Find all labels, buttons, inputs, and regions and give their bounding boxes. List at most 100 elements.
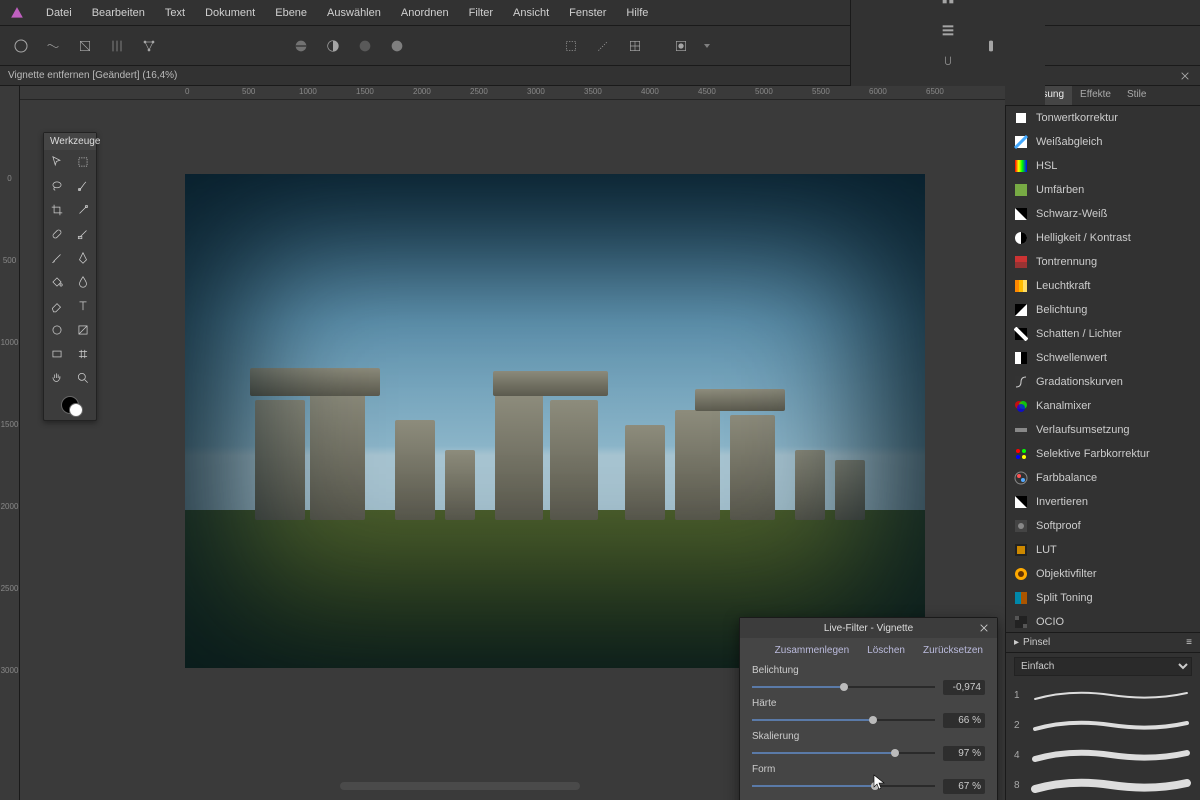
snap-icon[interactable] [937, 51, 959, 73]
tab-effekte[interactable]: Effekte [1072, 86, 1119, 105]
menu-text[interactable]: Text [155, 1, 195, 25]
eyedropper-tool[interactable] [70, 198, 96, 222]
adjustment-vibrance[interactable]: Leuchtkraft [1006, 274, 1200, 298]
scale-slider[interactable] [752, 746, 935, 760]
info-icon[interactable] [980, 35, 1002, 57]
heal-tool[interactable] [44, 222, 70, 246]
gradient-tool[interactable] [70, 318, 96, 342]
adjustment-curves[interactable]: Gradationskurven [1006, 370, 1200, 394]
merge-button[interactable]: Zusammenlegen [769, 642, 855, 659]
brush-menu-icon[interactable]: ≡ [1186, 637, 1192, 648]
menu-filter[interactable]: Filter [459, 1, 503, 25]
adjustment-sh[interactable]: Schatten / Lichter [1006, 322, 1200, 346]
mode-3-icon[interactable] [354, 35, 376, 57]
clone-tool[interactable] [70, 222, 96, 246]
ruler-tick: 4000 [641, 87, 659, 96]
adjustment-channel[interactable]: Kanalmixer [1006, 394, 1200, 418]
marquee-tool[interactable] [70, 150, 96, 174]
brush-expand-icon[interactable]: ▸ [1014, 637, 1019, 648]
hand-tool[interactable] [44, 366, 70, 390]
menu-anordnen[interactable]: Anordnen [391, 1, 459, 25]
close-tab-icon[interactable] [1178, 69, 1192, 83]
reset-button[interactable]: Zurücksetzen [917, 642, 989, 659]
delete-button[interactable]: Löschen [861, 642, 911, 659]
adjustment-posterize[interactable]: Tontrennung [1006, 250, 1200, 274]
color-swatch[interactable] [44, 390, 96, 420]
persona-export-icon[interactable] [138, 35, 160, 57]
hardness-value[interactable]: 66 % [943, 713, 985, 728]
adjustment-exposure[interactable]: Belichtung [1006, 298, 1200, 322]
brush-row[interactable]: 1 [1006, 680, 1200, 710]
rect-tool[interactable] [44, 342, 70, 366]
persona-photo-icon[interactable] [10, 35, 32, 57]
adjustment-invert[interactable]: Invertieren [1006, 490, 1200, 514]
adjustment-wb[interactable]: Weißabgleich [1006, 130, 1200, 154]
persona-tone-icon[interactable] [106, 35, 128, 57]
menu-auswaehlen[interactable]: Auswählen [317, 1, 391, 25]
blur-tool[interactable] [70, 270, 96, 294]
adjustment-bc[interactable]: Helligkeit / Kontrast [1006, 226, 1200, 250]
lens-icon [1014, 567, 1028, 581]
adjustment-bw[interactable]: Schwarz-Weiß [1006, 202, 1200, 226]
brush-row[interactable]: 2 [1006, 710, 1200, 740]
shape-tool[interactable] [44, 318, 70, 342]
dialog-titlebar[interactable]: Live-Filter - Vignette [740, 618, 997, 638]
inpaint-tool[interactable] [44, 246, 70, 270]
list-view-icon[interactable] [937, 19, 959, 41]
adjustment-split[interactable]: Split Toning [1006, 586, 1200, 610]
hardness-slider[interactable] [752, 713, 935, 727]
document-canvas[interactable] [185, 174, 925, 668]
adjustment-threshold[interactable]: Schwellenwert [1006, 346, 1200, 370]
menu-datei[interactable]: Datei [36, 1, 82, 25]
fill-tool[interactable] [44, 270, 70, 294]
menu-fenster[interactable]: Fenster [559, 1, 616, 25]
adjustment-recolor[interactable]: Umfärben [1006, 178, 1200, 202]
eraser-tool[interactable] [44, 294, 70, 318]
move-tool[interactable] [44, 150, 70, 174]
sel-rect-icon[interactable] [560, 35, 582, 57]
text-tool[interactable] [70, 294, 96, 318]
adjustment-lut[interactable]: LUT [1006, 538, 1200, 562]
mode-2-icon[interactable] [322, 35, 344, 57]
menu-hilfe[interactable]: Hilfe [616, 1, 658, 25]
zoom-tool[interactable] [70, 366, 96, 390]
adjustment-softproof[interactable]: Softproof [1006, 514, 1200, 538]
adjustment-gradmap[interactable]: Verlaufsumsetzung [1006, 418, 1200, 442]
menu-bearbeiten[interactable]: Bearbeiten [82, 1, 155, 25]
brush-row[interactable]: 4 [1006, 740, 1200, 770]
exposure-slider[interactable] [752, 680, 935, 694]
grid-view-icon[interactable] [937, 0, 959, 9]
pen-tool[interactable] [70, 246, 96, 270]
crop-tool[interactable] [44, 198, 70, 222]
lasso-tool[interactable] [44, 174, 70, 198]
adjustment-ocio[interactable]: OCIO [1006, 610, 1200, 632]
brush-row[interactable]: 8 [1006, 770, 1200, 800]
adjustment-selcolor[interactable]: Selektive Farbkorrektur [1006, 442, 1200, 466]
persona-develop-icon[interactable] [74, 35, 96, 57]
shape-slider[interactable] [752, 779, 935, 793]
adjustment-hsl[interactable]: HSL [1006, 154, 1200, 178]
horizontal-scrollbar[interactable] [340, 782, 580, 790]
brush-select-tool[interactable] [70, 174, 96, 198]
mode-1-icon[interactable] [290, 35, 312, 57]
tab-stile[interactable]: Stile [1119, 86, 1154, 105]
mode-4-icon[interactable] [386, 35, 408, 57]
menu-ansicht[interactable]: Ansicht [503, 1, 559, 25]
menu-ebene[interactable]: Ebene [265, 1, 317, 25]
mesh-tool[interactable] [70, 342, 96, 366]
scale-value[interactable]: 97 % [943, 746, 985, 761]
sel-diag-icon[interactable] [592, 35, 614, 57]
brush-preset-select[interactable]: Einfach [1014, 657, 1192, 676]
dropdown-arrow-icon[interactable] [702, 35, 712, 57]
shape-value[interactable]: 67 % [943, 779, 985, 794]
sel-grid-icon[interactable] [624, 35, 646, 57]
adjustment-colorbal[interactable]: Farbbalance [1006, 466, 1200, 490]
menu-dokument[interactable]: Dokument [195, 1, 265, 25]
exposure-value[interactable]: -0,974 [943, 680, 985, 695]
adjustment-lens[interactable]: Objektivfilter [1006, 562, 1200, 586]
adjustment-levels[interactable]: Tonwertkorrektur [1006, 106, 1200, 130]
quickmask-icon[interactable] [670, 35, 692, 57]
canvas-area[interactable]: 0 500 1000 1500 2000 2500 3000 3500 4000… [20, 86, 1005, 800]
persona-liquify-icon[interactable] [42, 35, 64, 57]
close-dialog-icon[interactable] [977, 621, 991, 635]
